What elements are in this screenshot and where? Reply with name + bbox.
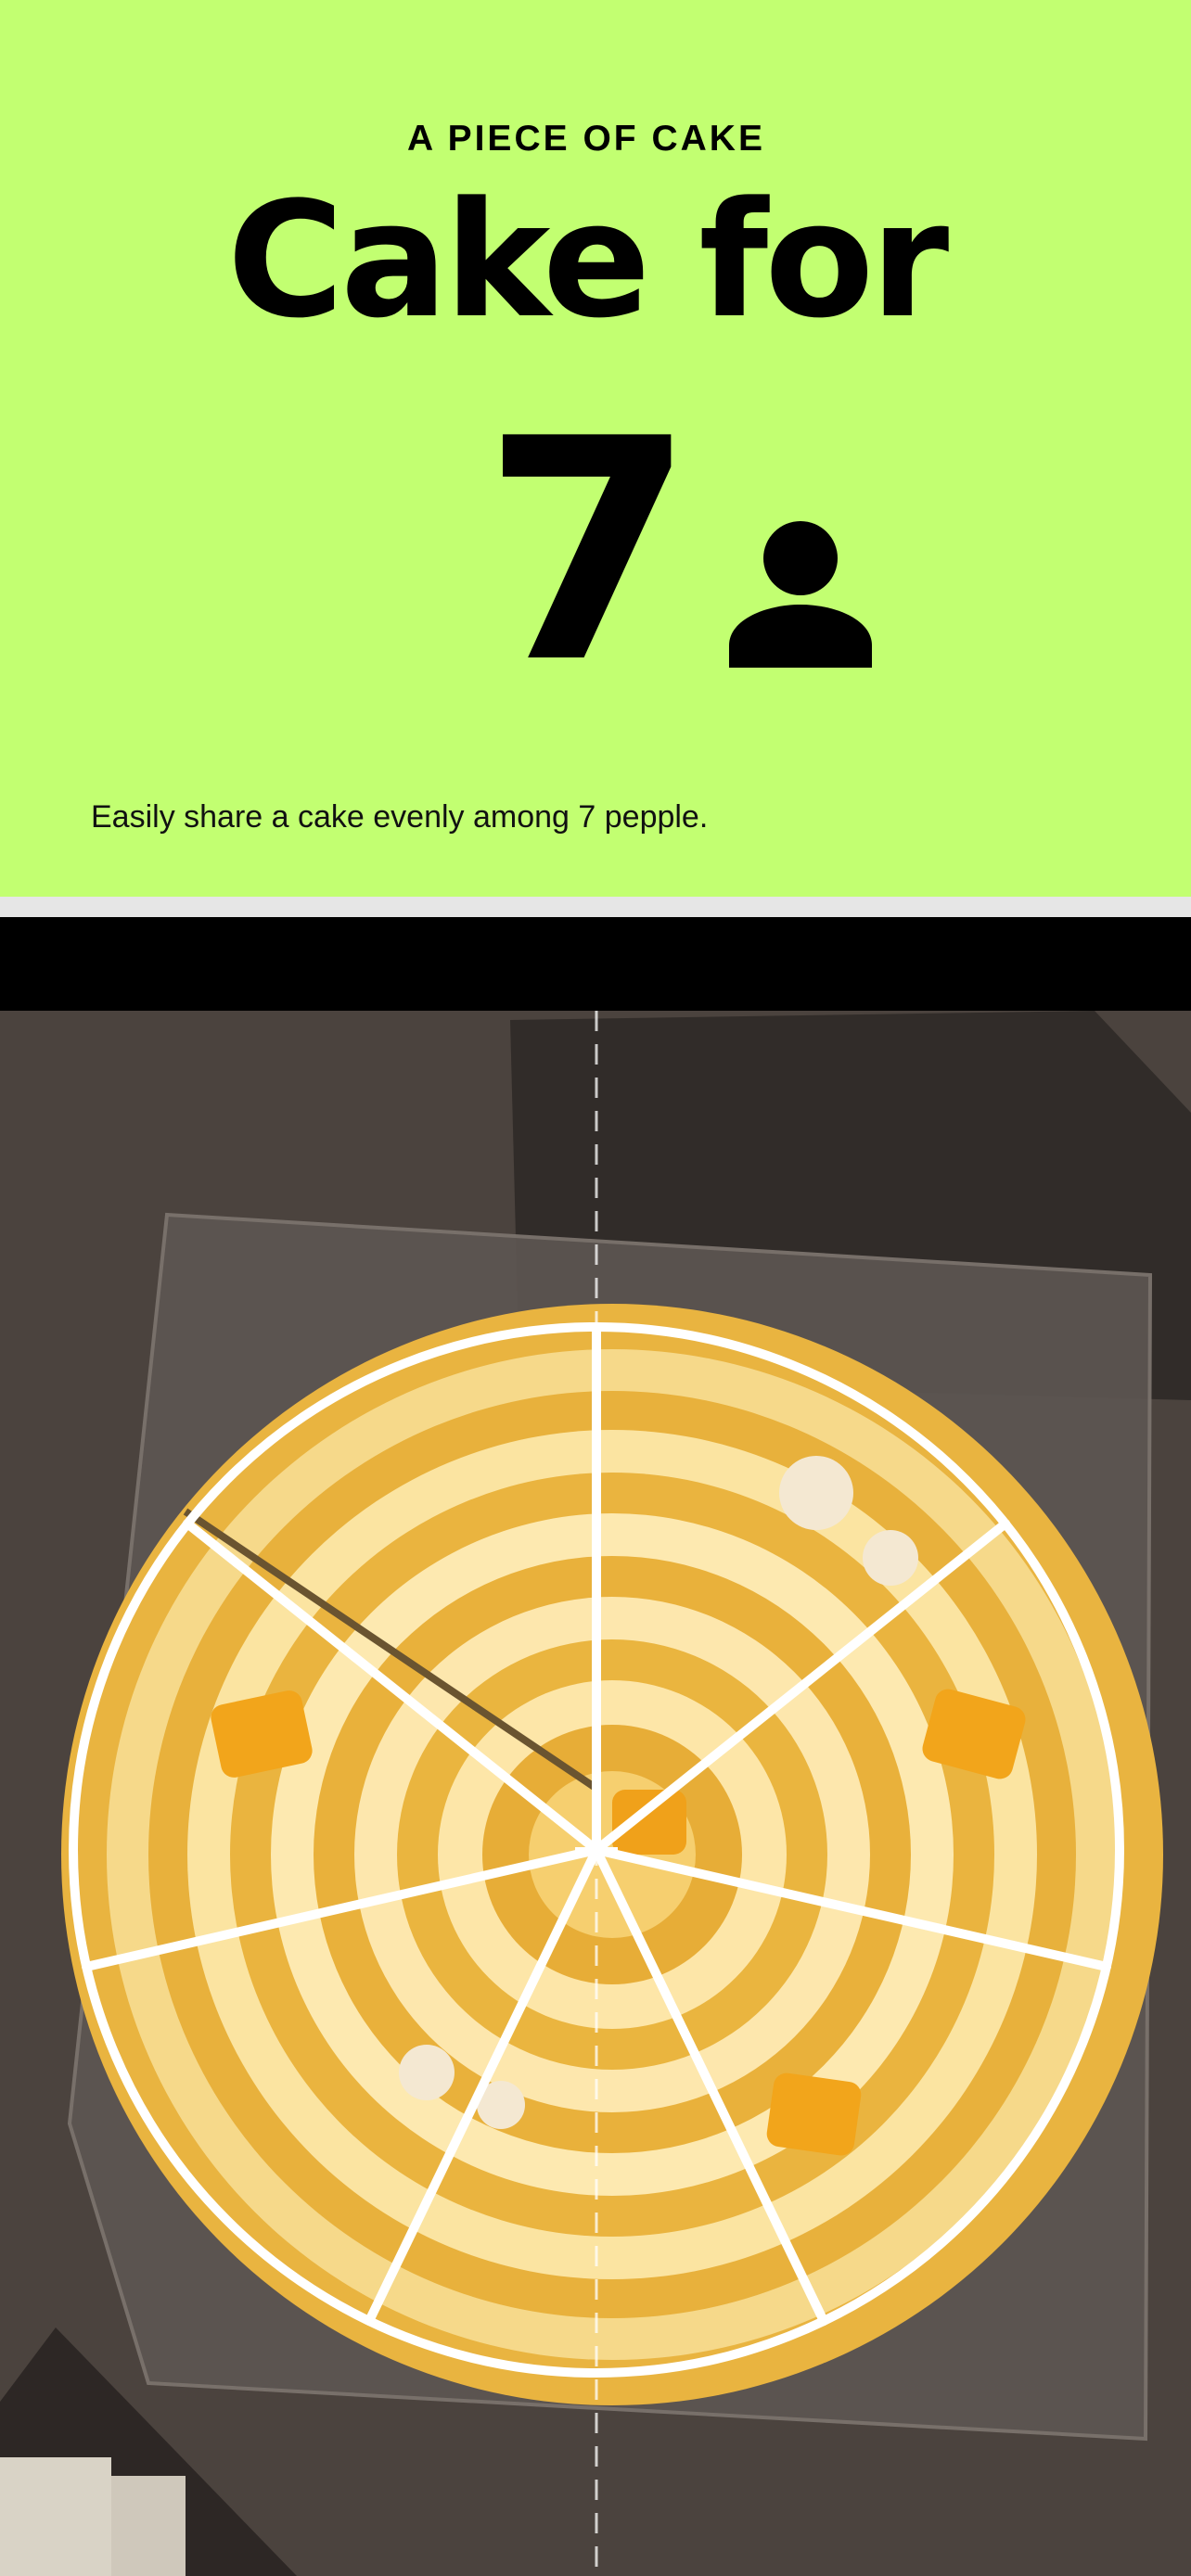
camera-top-bar <box>0 917 1191 1011</box>
page-title: Cake for <box>226 167 949 353</box>
section-divider <box>0 897 1191 917</box>
app-kicker: A PIECE OF CAKE <box>407 119 765 159</box>
hero-panel: A PIECE OF CAKE Cake for 7 Easily share … <box>0 0 1191 897</box>
camera-feed <box>0 1011 1191 2576</box>
camera-view[interactable] <box>0 1011 1191 2576</box>
person-icon <box>729 521 872 668</box>
people-count[interactable]: 7 <box>482 399 696 705</box>
description-text: Easily share a cake evenly among 7 peppl… <box>91 799 709 835</box>
